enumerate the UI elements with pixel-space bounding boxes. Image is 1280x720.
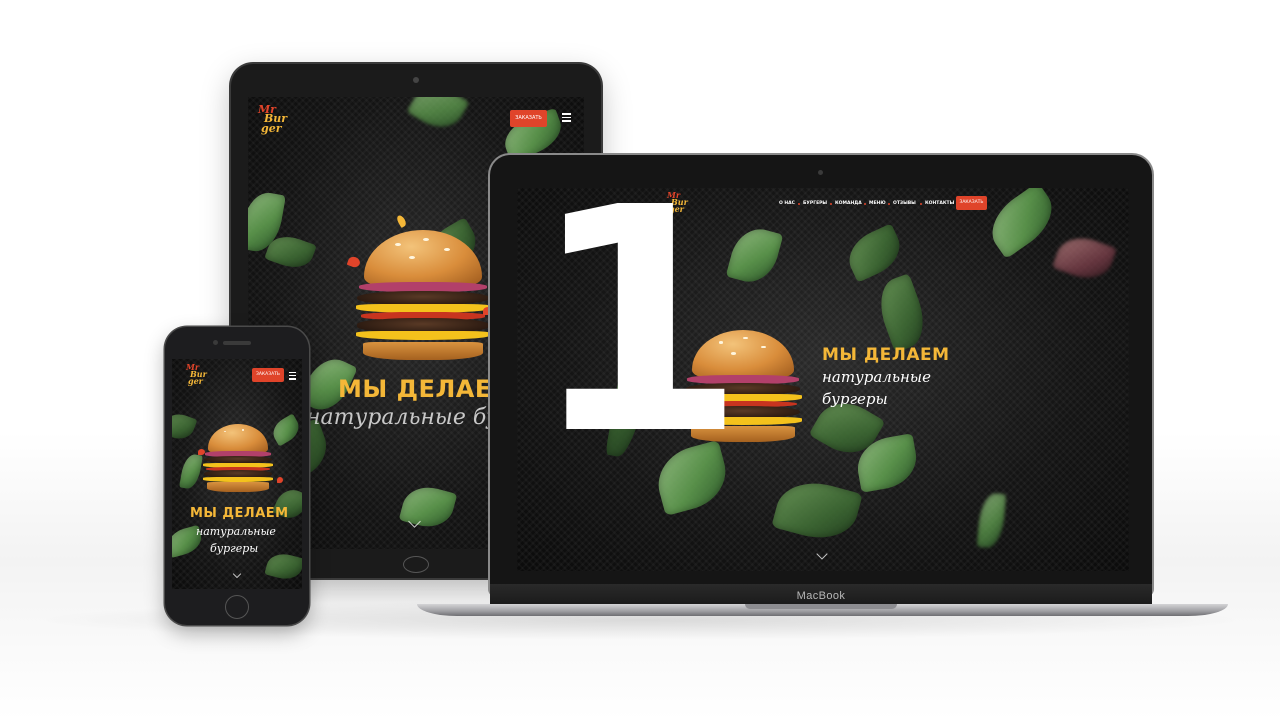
logo-line: ger [261,121,282,135]
chevron-down-icon[interactable] [232,569,242,579]
hero-headline: МЫ ДЕЛАЕМ [190,506,289,521]
sauce-splash [395,214,408,228]
hero-subline: бургеры [822,390,888,408]
nav-separator [798,203,800,205]
mockup-stage: Mr Bur ger ЗАКАЗАТЬ МЫ ДЕЛАЕМ натуральны… [0,0,1280,720]
phone-speaker [223,341,251,345]
laptop-label: MacBook [490,584,1152,606]
nav-item-reviews[interactable]: ОТЗЫВЫ [893,201,916,206]
nav-separator [864,203,866,205]
hamburger-menu-icon[interactable] [289,372,296,382]
brand-logo[interactable]: Mr Bur ger [186,363,207,384]
lettuce-leaf [980,188,1064,260]
nav-item-burgers[interactable]: БУРГЕРЫ [803,201,827,206]
order-button[interactable]: ЗАКАЗАТЬ [956,196,987,210]
chevron-down-icon[interactable] [816,548,828,560]
nav-separator [830,203,832,205]
phone-home-button [225,595,249,619]
hero-subline: бургеры [210,542,259,555]
lettuce-leaf [398,481,458,533]
hero-subline: натуральные [196,525,276,538]
nav-item-menu[interactable]: МЕНЮ [869,201,886,206]
lettuce-leaf [771,473,863,548]
tablet-camera [413,77,419,83]
phone-camera [213,340,218,345]
laptop-camera [818,170,823,175]
lettuce-leaf [841,223,908,283]
nav-item-about[interactable]: О НАС [779,201,795,206]
burger-image [202,424,274,492]
lettuce-leaf [179,452,203,491]
overlay-number: 1 [530,142,746,503]
lettuce-leaf [871,273,933,353]
hero-headline: МЫ ДЕЛАЕМ [822,345,950,365]
nav-item-contacts[interactable]: КОНТАКТЫ [925,201,954,206]
burger-image [353,230,493,360]
phone-screen: Mr Bur ger ЗАКАЗАТЬ МЫ ДЕЛАЕМ натуральны… [172,359,302,589]
hero-subline: натуральные [822,368,931,386]
lettuce-leaf [406,97,470,137]
laptop-notch [745,604,897,609]
radicchio-leaf [1051,229,1118,287]
sauce-splash [198,449,205,455]
nav-separator [888,203,890,205]
lettuce-leaf [976,492,1007,549]
nav-separator [920,203,922,205]
sauce-splash [277,477,283,483]
lettuce-leaf [264,549,302,584]
nav-item-team[interactable]: КОМАНДА [835,201,862,206]
brand-logo[interactable]: Mr Bur ger [258,104,287,135]
phone-device: Mr Bur ger ЗАКАЗАТЬ МЫ ДЕЛАЕМ натуральны… [165,327,309,625]
hamburger-menu-icon[interactable] [562,113,571,124]
tablet-home-button [403,556,429,573]
order-button[interactable]: ЗАКАЗАТЬ [252,368,284,382]
order-button[interactable]: ЗАКАЗАТЬ [510,110,547,127]
lettuce-leaf [172,409,198,444]
